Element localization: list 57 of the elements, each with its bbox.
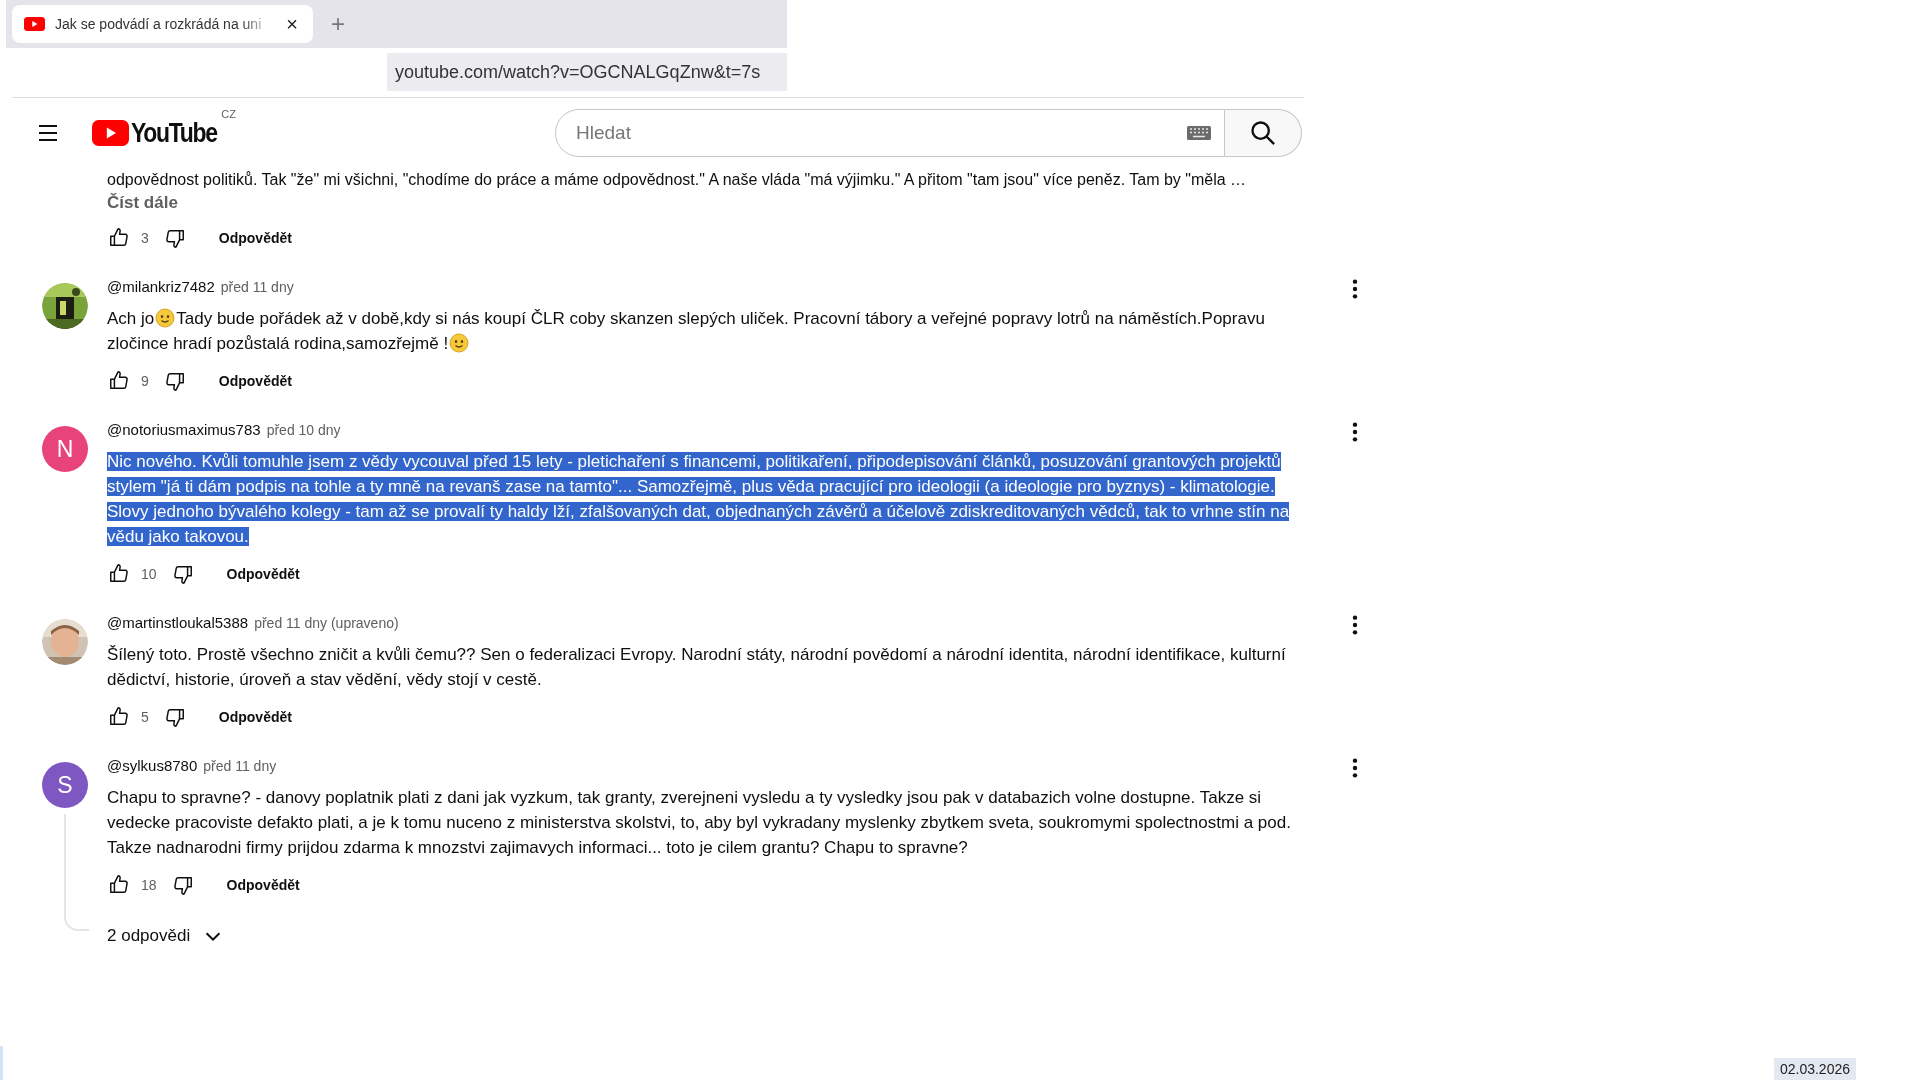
- video-play-icon[interactable]: [92, 120, 129, 146]
- comment-time: před 10 dny: [266, 422, 341, 438]
- thumbs-down-icon: [171, 874, 194, 896]
- keyboard-icon[interactable]: [1187, 125, 1211, 141]
- thumbs-down-icon: [171, 563, 194, 585]
- new-tab-button[interactable]: +: [331, 10, 345, 38]
- reply-button[interactable]: Odpovědět: [218, 701, 292, 733]
- like-count: 10: [141, 566, 157, 582]
- reply-button[interactable]: Odpovědět: [226, 869, 300, 901]
- logo-text[interactable]: YouTube: [131, 117, 217, 149]
- thumbs-down-icon: [163, 706, 186, 728]
- comment-text: Ach jo Tady bude pořádek až v době,kdy si nás koupí ČLR coby skanzen slepých uliček. Pracovní tábory a veřejné popravy lotrů na náměstích.Popravu zločince hradí pozůstalá rodina,samozřejmě !: [107, 307, 1266, 355]
- comment-text: Chapu to spravne? - danovy poplatnik plati z dani jak vyzkum, tak granty, zverejneni vysledu a ty vysledky jsou pak v databazich volne dostupne. Takze si vedecke pracoviste defakto plati, a je k tomu nuceno z ministerstva skolstvi, to, aby byl vykradany myslenky zbytkem sveta, soukromymi spolectnostmi a pod. Takze nadnarodni firmy prijdou zdarma k mnozstvi zajimavych informaci... toto je cilem grantu? Chapu to spravne?: [107, 787, 1292, 859]
- replies-button[interactable]: 2 odpovědi: [107, 917, 225, 955]
- like-count: 9: [141, 373, 149, 389]
- comment-time: před 11 dny: [203, 758, 277, 774]
- browser-tab[interactable]: Jak se podvádí a rozkrádá na uni ×: [12, 5, 313, 43]
- more-options-icon[interactable]: [1352, 421, 1358, 443]
- thumbs-up-icon: [108, 227, 130, 249]
- address-bar[interactable]: youtube.com/watch?v=OGCNALGqZnw&t=7s: [387, 53, 787, 91]
- comment-text: Šílený toto. Prostě všechno zničit a kvůli čemu?? Sen o federalizaci Evropy. Narodní státy, národní povědomí a národní identita, národní identifikace, kulturní dědictví, historie, úroveň a stav vědění, vědy stojí v cestě.: [107, 644, 1287, 691]
- avatar[interactable]: N: [42, 426, 88, 472]
- search-field[interactable]: Hledat: [555, 109, 1225, 157]
- like-count: 18: [141, 877, 157, 893]
- thumbs-up-icon: [108, 563, 130, 585]
- reply-button[interactable]: Odpovědět: [218, 365, 292, 397]
- comment-text: Nic nového. Kvůli tomuhle jsem z vědy vycouval před 15 lety - pletichaření s financemi, politikaření, připodepisování článků, posuzování grantových projektů stylem "já ti dám podpis na tohle a ty mně na revanš zase na tamto"... Samozřejmě, plus věda pracující pro ideologii (a ideologie pro byznys) - klimatologie. Slovy jednoho bývalého kolegy - tam až se provalí ty haldy lží, zfalšovaných dat, objednaných závěrů a účelově zdiskreditovaných vědců, tak to vrhne stín na vědu jako takovou.: [107, 451, 1291, 548]
- reply-button[interactable]: Odpovědět: [226, 558, 300, 590]
- more-options-icon[interactable]: [1352, 614, 1358, 636]
- more-options-icon[interactable]: [1352, 278, 1358, 300]
- comment-time: před 11 dny: [220, 279, 294, 295]
- emoji-icon: [449, 333, 470, 353]
- taskbar-date: 02.03.2026: [1773, 1058, 1856, 1080]
- video-play-icon: [24, 16, 45, 32]
- search-button[interactable]: [1225, 109, 1302, 157]
- author-name[interactable]: @milankriz7482: [107, 278, 215, 295]
- emoji-icon: [155, 308, 176, 328]
- reply-button[interactable]: Odpovědět: [218, 222, 292, 254]
- author-name[interactable]: @notoriusmaximus783: [107, 421, 261, 438]
- thumbs-down-icon: [163, 227, 186, 249]
- like-count: 5: [141, 709, 149, 725]
- close-button[interactable]: ×: [283, 12, 301, 36]
- like-count: 3: [141, 230, 149, 246]
- read-more-link[interactable]: Číst dále: [107, 193, 178, 213]
- search-icon: [1249, 119, 1277, 147]
- thumbs-up-icon: [108, 706, 130, 728]
- comment-time: před 11 dny (upraveno): [254, 615, 399, 631]
- author-name[interactable]: @martinstloukal5388: [107, 614, 249, 631]
- avatar[interactable]: S: [42, 762, 88, 808]
- thumbs-down-icon: [163, 370, 186, 392]
- thumbs-up-icon: [108, 874, 130, 896]
- region-label: CZ: [221, 107, 236, 120]
- tab-title: Jak se podvádí a rozkrádá na uni: [55, 16, 263, 32]
- thumbs-up-icon: [108, 370, 130, 392]
- more-options-icon[interactable]: [1352, 757, 1358, 779]
- comment-text: odpovědnost politiků. Tak "že" mi všichni, "chodíme do práce a máme odpovědnost." A naše vláda "má výjimku." A přitom "tam jsou" více peněz. Tam by "měla …: [107, 170, 1247, 190]
- author-name[interactable]: @sylkus8780: [107, 757, 198, 774]
